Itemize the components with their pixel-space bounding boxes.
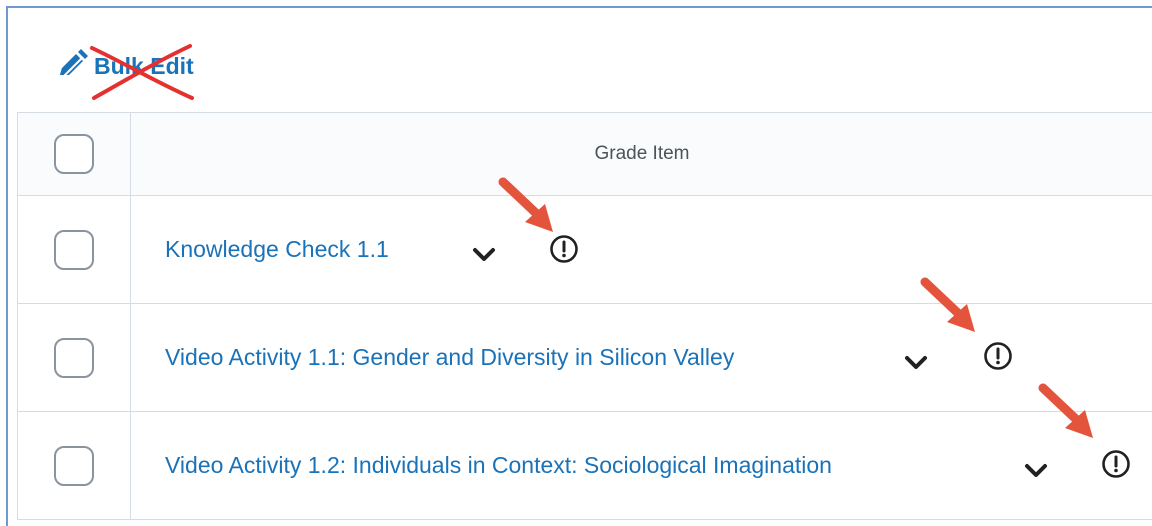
row-title-cell: Video Activity 1.1: Gender and Diversity… [131, 277, 1152, 411]
row-checkbox[interactable] [54, 445, 94, 486]
grade-item-link[interactable]: Knowledge Check 1.1 [165, 236, 389, 263]
row-check-cell [18, 412, 131, 519]
row-title-cell: Knowledge Check 1.1 [131, 177, 1152, 303]
select-all-cell [18, 113, 131, 195]
bulk-edit-label: Bulk Edit [94, 52, 194, 79]
grade-item-header[interactable]: Grade Item [131, 113, 1152, 195]
table-row: Knowledge Check 1.1 [18, 177, 1152, 304]
chevron-down-icon[interactable] [471, 246, 497, 264]
exclamation-circle-icon[interactable] [983, 341, 1013, 371]
table-header-row: Grade Item [18, 113, 1152, 196]
row-checkbox[interactable] [54, 229, 94, 270]
bulk-edit-button[interactable]: Bulk Edit [48, 44, 194, 100]
row-check-cell [18, 304, 131, 411]
row-checkbox[interactable] [54, 337, 94, 378]
table-row: Video Activity 1.2: Individuals in Conte… [18, 383, 1152, 520]
select-all-checkbox[interactable] [54, 134, 94, 174]
exclamation-circle-icon[interactable] [549, 234, 579, 264]
grade-item-link[interactable]: Video Activity 1.2: Individuals in Conte… [165, 452, 832, 479]
table-row: Video Activity 1.1: Gender and Diversity… [18, 277, 1152, 412]
exclamation-circle-icon[interactable] [1101, 449, 1131, 479]
grades-table: Grade Item Knowledge Check 1.1 Video Act… [17, 112, 1152, 520]
chevron-down-icon[interactable] [1023, 462, 1049, 480]
pencil-icon [60, 49, 88, 78]
grade-item-link[interactable]: Video Activity 1.1: Gender and Diversity… [165, 344, 734, 371]
grade-item-header-label: Grade Item [594, 143, 690, 164]
row-check-cell [18, 196, 131, 303]
chevron-down-icon[interactable] [903, 354, 929, 372]
toolbar: Bulk Edit [48, 36, 194, 100]
row-title-cell: Video Activity 1.2: Individuals in Conte… [131, 383, 1152, 519]
